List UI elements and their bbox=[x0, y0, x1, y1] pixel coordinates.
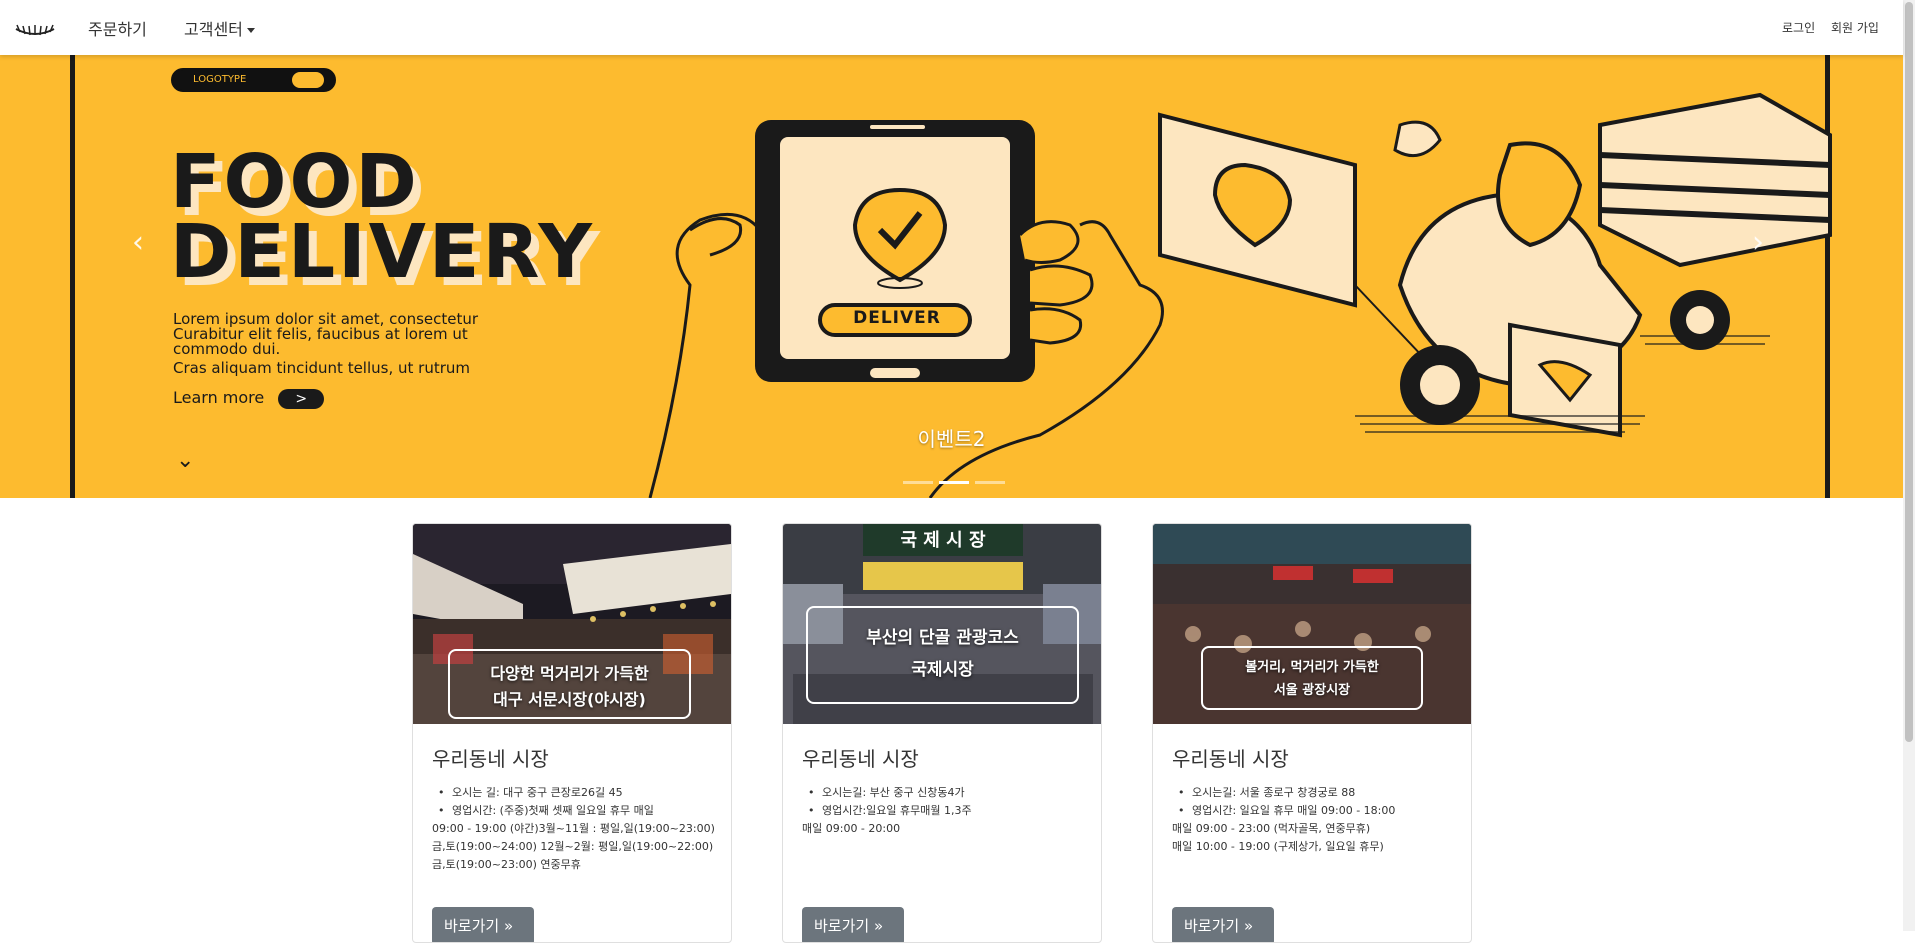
nav-support-dropdown[interactable]: 고객센터 bbox=[184, 16, 255, 40]
go-button[interactable]: 바로가기 » bbox=[432, 907, 534, 942]
hero-title-line1: FOOD bbox=[170, 139, 420, 225]
hero-carousel: LOGOTYPE FOOD DELIVERY Lorem ipsum dolor… bbox=[0, 55, 1903, 498]
list-item: 오시는길: 부산 중구 신창동4가 bbox=[802, 784, 1092, 802]
go-button[interactable]: 바로가기 » bbox=[1172, 907, 1274, 942]
eyelash-logo-icon[interactable] bbox=[14, 17, 56, 39]
page-scrollbar[interactable] bbox=[1903, 0, 1915, 931]
carousel-next-icon[interactable]: › bbox=[1752, 225, 1764, 260]
list-item: 영업시간: (주중)첫째 셋째 일요일 휴무 매일 bbox=[432, 802, 722, 820]
hero-description: Lorem ipsum dolor sit amet, consectetur … bbox=[173, 312, 593, 376]
info-line: 09:00 - 19:00 (야간)3월~11월 : 평일,일(19:00~23… bbox=[432, 822, 715, 835]
carousel-indicator-2[interactable] bbox=[939, 481, 969, 484]
logotype-text: LOGOTYPE bbox=[193, 74, 247, 85]
go-button[interactable]: 바로가기 » bbox=[802, 907, 904, 942]
market-photo: 볼거리, 먹거리가 가득한 서울 광장시장 bbox=[1153, 524, 1471, 724]
hero-desc-line: commodo dui. bbox=[173, 340, 281, 358]
info-line: 매일 09:00 - 20:00 bbox=[802, 822, 901, 835]
list-item: 오시는길: 서울 종로구 창경궁로 88 bbox=[1172, 784, 1462, 802]
nav-support-label: 고객센터 bbox=[184, 20, 243, 39]
hero-desc-line: Cras aliquam tincidunt tellus, ut rutrum bbox=[173, 359, 470, 377]
card-info-list: 오시는길: 서울 종로구 창경궁로 88 영업시간: 일요일 휴무 매일 09:… bbox=[1172, 784, 1462, 856]
card-info-list: 오시는길: 부산 중구 신창동4가 영업시간:일요일 휴무매월 1,3주 매일 … bbox=[802, 784, 1092, 838]
list-item: 오시는 길: 대구 중구 큰장로26길 45 bbox=[432, 784, 722, 802]
signup-link[interactable]: 회원 가입 bbox=[1831, 19, 1879, 36]
info-line: 금,토(19:00~24:00) 12월~2월: 평일,일(19:00~22:0… bbox=[432, 840, 714, 853]
market-photo: 국 제 시 장 부산의 단골 관광코스 국제시장 bbox=[783, 524, 1101, 724]
market-photo: 다양한 먹거리가 가득한 대구 서문시장(야시장) bbox=[413, 524, 731, 724]
hero-logotype: LOGOTYPE bbox=[171, 68, 336, 92]
nav-order-link[interactable]: 주문하기 bbox=[88, 16, 147, 40]
carousel-indicator-3[interactable] bbox=[975, 481, 1005, 484]
carousel-indicator-1[interactable] bbox=[903, 481, 933, 484]
login-link[interactable]: 로그인 bbox=[1782, 19, 1815, 36]
carousel-prev-icon[interactable]: ‹ bbox=[132, 225, 144, 260]
info-line: 금,토(19:00~23:00) 연중무휴 bbox=[432, 858, 581, 871]
caret-down-icon bbox=[246, 28, 255, 33]
overlay-line: 다양한 먹거리가 가득한 bbox=[490, 664, 649, 683]
overlay-line: 부산의 단골 관광코스 bbox=[866, 628, 1019, 648]
phone-deliver-label: DELIVER bbox=[853, 308, 941, 328]
scrollbar-thumb[interactable] bbox=[1905, 2, 1913, 742]
svg-text:국 제 시 장: 국 제 시 장 bbox=[900, 530, 985, 551]
carousel-caption: 이벤트2 bbox=[917, 427, 986, 451]
list-item: 영업시간: 일요일 휴무 매일 09:00 - 18:00 bbox=[1172, 802, 1462, 820]
market-card: 국 제 시 장 부산의 단골 관광코스 국제시장 우리동네 시장 오시는길: 부… bbox=[782, 523, 1102, 943]
list-item: 영업시간:일요일 휴무매월 1,3주 bbox=[802, 802, 1092, 820]
hero-title-line2: DELIVERY bbox=[170, 209, 596, 295]
card-title: 우리동네 시장 bbox=[802, 747, 919, 771]
card-overlay-caption: 볼거리, 먹거리가 가득한 서울 광장시장 bbox=[1201, 646, 1423, 710]
card-title: 우리동네 시장 bbox=[432, 747, 549, 771]
market-card: 볼거리, 먹거리가 가득한 서울 광장시장 우리동네 시장 오시는길: 서울 종… bbox=[1152, 523, 1472, 943]
overlay-line: 대구 서문시장(야시장) bbox=[493, 690, 646, 709]
overlay-line: 볼거리, 먹거리가 가득한 bbox=[1245, 660, 1379, 675]
info-line: 매일 10:00 - 19:00 (구제상가, 일요일 휴무) bbox=[1172, 840, 1384, 853]
learn-more-label: Learn more bbox=[173, 388, 265, 407]
card-info-list: 오시는 길: 대구 중구 큰장로26길 45 영업시간: (주중)첫째 셋째 일… bbox=[432, 784, 722, 874]
carousel-indicators bbox=[900, 469, 1008, 488]
overlay-line: 서울 광장시장 bbox=[1273, 683, 1351, 698]
learn-more-arrow-icon: > bbox=[278, 388, 325, 409]
card-overlay-caption: 부산의 단골 관광코스 국제시장 bbox=[806, 606, 1079, 704]
info-line: 매일 09:00 - 23:00 (먹자골목, 연중무휴) bbox=[1172, 822, 1371, 835]
learn-more: Learn more > bbox=[173, 388, 325, 409]
hero-title: FOOD DELIVERY bbox=[170, 139, 596, 295]
logotype-badge bbox=[290, 70, 326, 90]
market-card: 다양한 먹거리가 가득한 대구 서문시장(야시장) 우리동네 시장 오시는 길:… bbox=[412, 523, 732, 943]
card-overlay-caption: 다양한 먹거리가 가득한 대구 서문시장(야시장) bbox=[448, 649, 691, 719]
card-title: 우리동네 시장 bbox=[1172, 747, 1289, 771]
overlay-line: 국제시장 bbox=[911, 660, 974, 680]
navbar: 주문하기 고객센터 로그인 회원 가입 bbox=[0, 0, 1903, 55]
